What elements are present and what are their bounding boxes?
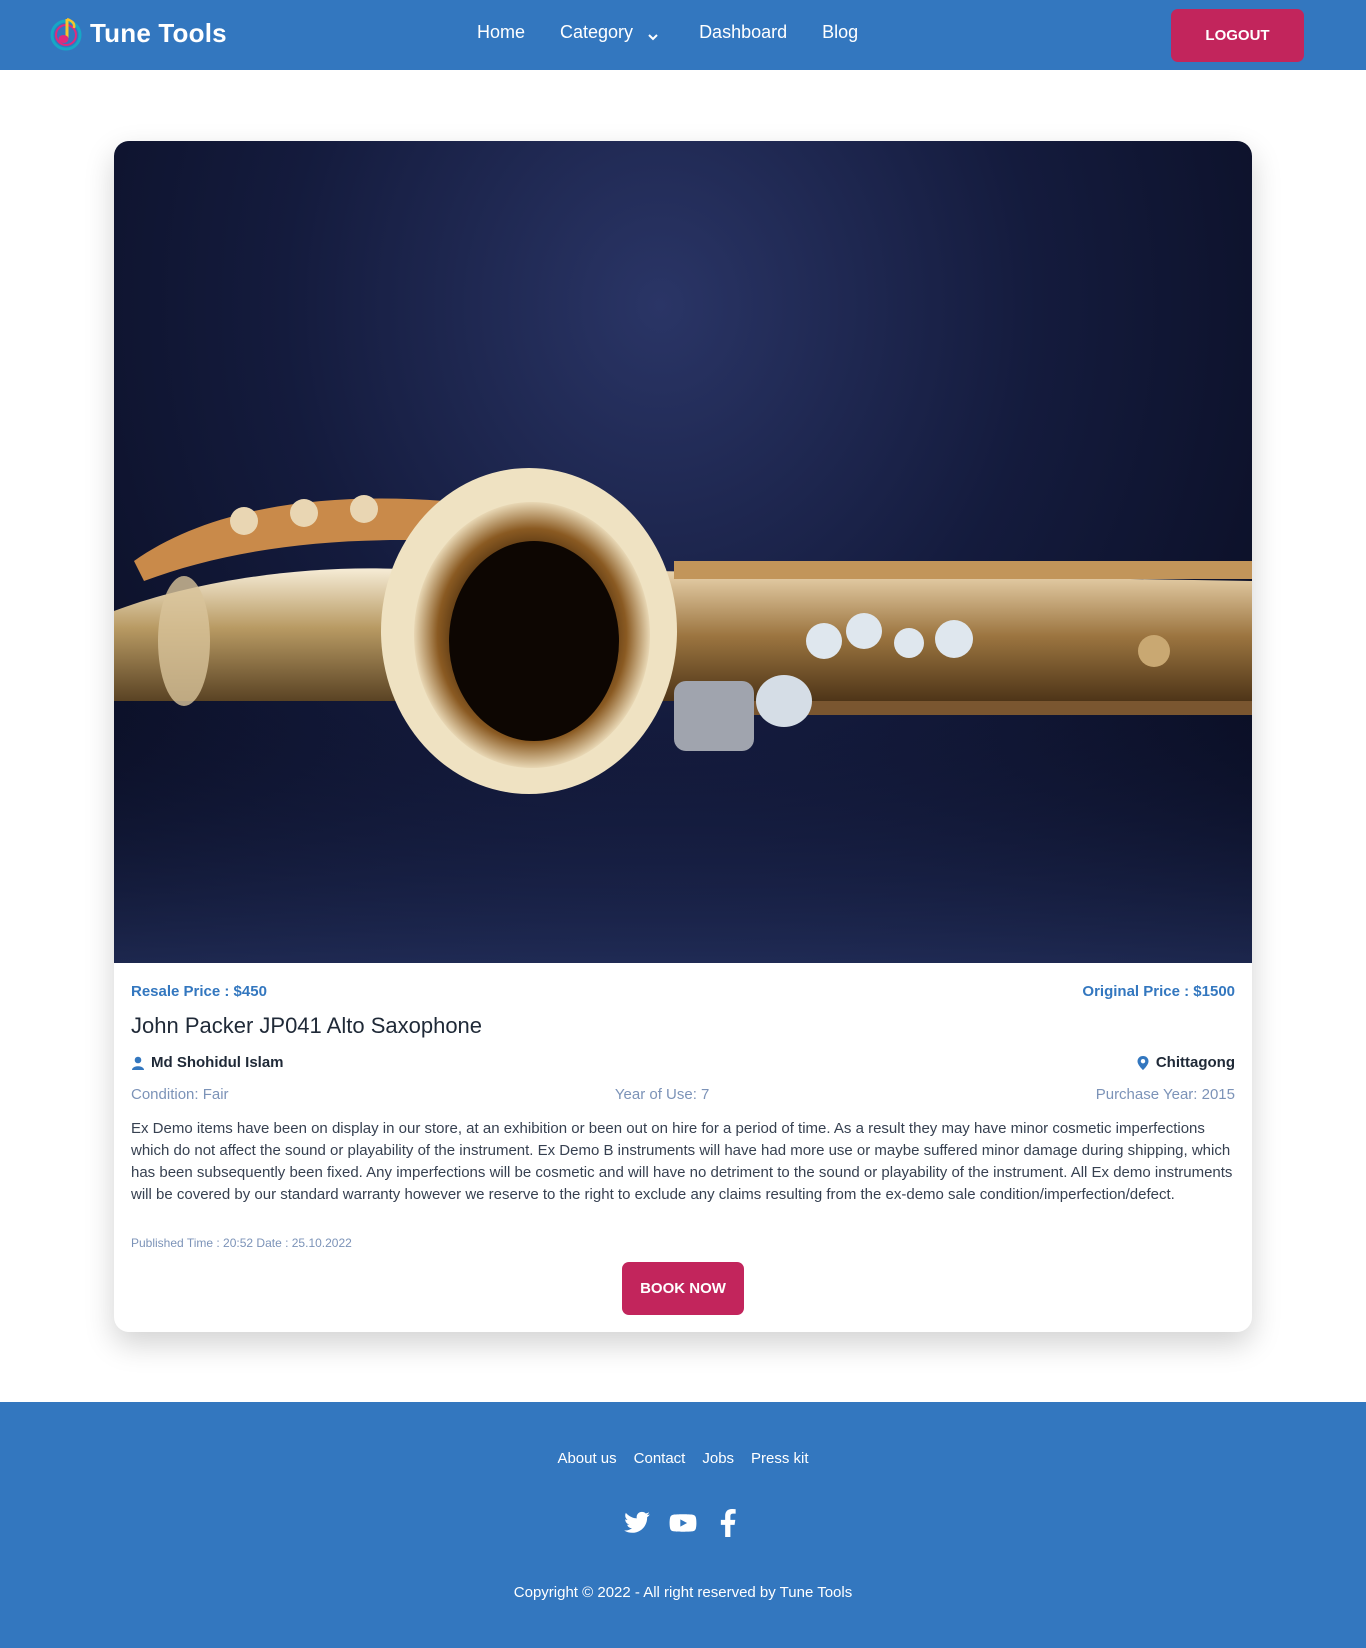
product-description: Ex Demo items have been on display in ou…: [131, 1120, 1233, 1203]
music-note-logo-icon: [50, 14, 84, 52]
nav-category-label: Category: [560, 22, 634, 42]
facebook-icon[interactable]: [715, 1509, 743, 1537]
user-icon: [132, 1056, 144, 1070]
social-links: [0, 1509, 1366, 1537]
youtube-icon[interactable]: [669, 1509, 697, 1537]
product-image: [114, 141, 1252, 963]
brand[interactable]: Tune Tools: [50, 14, 227, 52]
chevron-down-icon: [647, 27, 659, 40]
location-name: Chittagong: [1155, 1054, 1235, 1071]
original-price: Original Price : $1500: [1082, 983, 1235, 1000]
navbar: Tune Tools Home Category Dashboard Blog …: [0, 0, 1366, 70]
product-title: John Packer JP041 Alto Saxophone: [131, 1013, 483, 1038]
nav-category[interactable]: Category: [560, 22, 659, 43]
copyright: Copyright © 2022 - All right reserved by…: [513, 1584, 853, 1601]
footer: About us Contact Jobs Press kit Copyrigh…: [0, 1402, 1366, 1648]
year-of-use: Year of Use: 7: [614, 1086, 710, 1103]
map-pin-icon: [1137, 1055, 1149, 1070]
seller-row: Md Shohidul Islam Chittagong: [131, 1054, 1235, 1071]
published-time: Published Time : 20:52 Date : 25.10.2022: [131, 1236, 352, 1250]
footer-link-jobs[interactable]: Jobs: [702, 1450, 734, 1467]
twitter-icon[interactable]: [623, 1509, 651, 1537]
price-row: Resale Price : $450 Original Price : $15…: [131, 983, 1235, 1000]
details-row: Condition: Fair Year of Use: 7 Purchase …: [131, 1086, 1235, 1103]
product-card: Resale Price : $450 Original Price : $15…: [114, 141, 1252, 1332]
brand-name: Tune Tools: [90, 17, 227, 48]
location: Chittagong: [1136, 1054, 1235, 1071]
footer-link-about[interactable]: About us: [557, 1450, 616, 1467]
purchase-year: Purchase Year: 2015: [1095, 1086, 1235, 1103]
resale-price: Resale Price : $450: [131, 983, 267, 1000]
nav-home[interactable]: Home: [477, 22, 525, 43]
main-nav: Home Category Dashboard Blog: [477, 22, 858, 43]
condition: Condition: Fair: [131, 1086, 229, 1103]
footer-links: About us Contact Jobs Press kit: [0, 1450, 1366, 1467]
footer-link-contact[interactable]: Contact: [634, 1450, 686, 1467]
nav-dashboard[interactable]: Dashboard: [699, 22, 787, 43]
seller: Md Shohidul Islam: [131, 1054, 284, 1071]
logout-button[interactable]: LOGOUT: [1171, 9, 1304, 62]
nav-blog[interactable]: Blog: [822, 22, 858, 43]
footer-link-press[interactable]: Press kit: [751, 1450, 809, 1467]
book-now-button[interactable]: BOOK NOW: [622, 1262, 744, 1315]
seller-name: Md Shohidul Islam: [151, 1054, 284, 1071]
